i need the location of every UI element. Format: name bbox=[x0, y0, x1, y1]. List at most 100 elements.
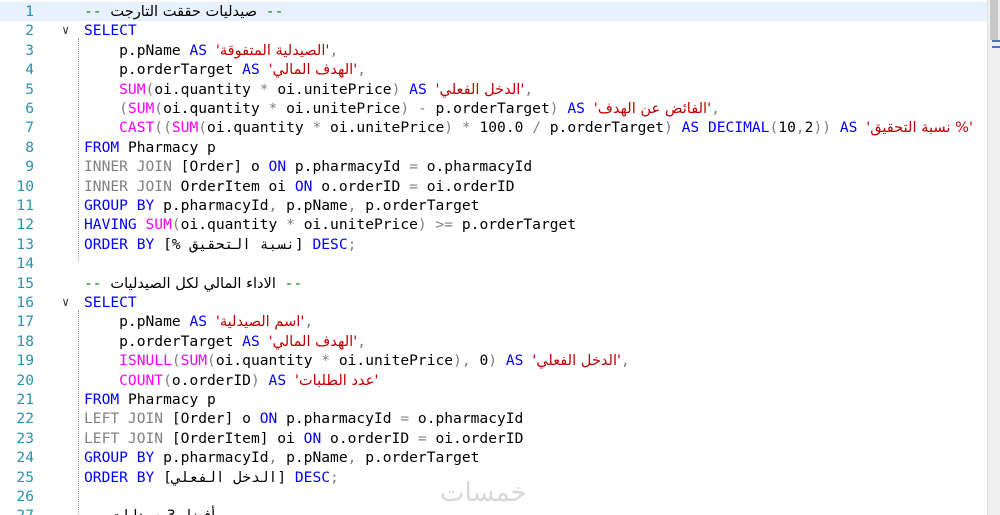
code-token: AS bbox=[567, 100, 585, 117]
code-token: , bbox=[357, 61, 367, 79]
code-text[interactable]: p.orderTarget AS 'الهدف المالي', bbox=[84, 332, 366, 351]
code-text[interactable]: p.pName AS 'اسم الصيدلية', bbox=[84, 312, 313, 331]
code-token: CAST bbox=[84, 119, 155, 137]
code-editor[interactable]: 1 -- صيدليات حققت التارجت -- 2 ∨ SELECT 3 p.p… bbox=[0, 0, 988, 515]
code-token: , bbox=[621, 352, 630, 370]
code-line[interactable]: 2 ∨ SELECT bbox=[0, 21, 988, 40]
code-line[interactable]: 6 (SUM(oi.quantity * oi.unitePrice) - p.… bbox=[0, 99, 988, 118]
code-line[interactable]: 1 -- صيدليات حققت التارجت -- bbox=[0, 2, 988, 22]
code-token: p.pName bbox=[277, 449, 348, 467]
code-text[interactable]: SELECT bbox=[84, 21, 137, 40]
code-token: oi.orderID bbox=[426, 429, 524, 447]
code-line[interactable]: 12 HAVING SUM(oi.quantity * oi.unitePrice… bbox=[0, 215, 988, 234]
code-line[interactable]: 14 bbox=[0, 254, 988, 273]
code-text[interactable]: -- الاداء المالي لكل الصيدليات -- bbox=[84, 274, 302, 293]
code-line[interactable]: 23 LEFT JOIN [OrderItem] oi ON o.orderID … bbox=[0, 429, 988, 448]
code-line[interactable]: 18 p.orderTarget AS 'الهدف المالي', bbox=[0, 332, 988, 351]
code-token: AS bbox=[409, 80, 427, 98]
code-text[interactable]: INNER JOIN [Order] o ON p.pharmacyId = o… bbox=[84, 157, 532, 176]
line-number: 11 bbox=[16, 197, 34, 214]
line-number: 9 bbox=[25, 158, 34, 176]
scrollbar-thumb[interactable] bbox=[990, 0, 998, 40]
code-text[interactable]: HAVING SUM(oi.quantity * oi.unitePrice) … bbox=[84, 215, 576, 234]
code-line[interactable]: 24 GROUP BY p.pharmacyId, p.pName, p.orde… bbox=[0, 448, 988, 467]
code-line[interactable]: 10 INNER JOIN OrderItem oi ON o.orderID =… bbox=[0, 177, 988, 196]
line-number: 2 bbox=[25, 22, 34, 40]
line-number: 3 bbox=[25, 41, 34, 59]
line-number: 14 bbox=[16, 255, 34, 273]
code-text[interactable]: (SUM(oi.quantity * oi.unitePrice) - p.or… bbox=[84, 99, 720, 118]
code-token: * bbox=[268, 100, 278, 117]
code-token: SUM bbox=[84, 80, 146, 98]
code-line[interactable]: 19 ISNULL(SUM(oi.quantity * oi.unitePric… bbox=[0, 351, 988, 370]
code-token: ON bbox=[268, 158, 287, 176]
code-line[interactable]: 11 GROUP BY p.pharmacyId, p.pName, p.orde… bbox=[0, 196, 988, 215]
code-text[interactable]: p.pName AS 'الصيدلية المتفوقة', bbox=[84, 41, 338, 60]
code-token: p.orderTarget bbox=[84, 61, 243, 79]
code-text[interactable]: LEFT JOIN [OrderItem] oi ON o.orderID = … bbox=[84, 429, 523, 448]
code-token: , bbox=[268, 449, 278, 467]
code-line[interactable]: 8 FROM Pharmacy p bbox=[0, 138, 988, 157]
code-line[interactable]: 13 ORDER BY [% نسبة التحقيق] DESC; bbox=[0, 235, 988, 254]
code-token: * bbox=[259, 80, 269, 98]
line-number: 21 bbox=[16, 391, 34, 408]
watermark-logo: خمسات bbox=[440, 478, 527, 508]
code-token: ) bbox=[400, 100, 410, 117]
code-line[interactable]: 3 p.pName AS 'الصيدلية المتفوقة', bbox=[0, 41, 988, 60]
code-text[interactable]: GROUP BY p.pharmacyId, p.pName, p.orderT… bbox=[84, 196, 479, 215]
fold-guide-1 bbox=[78, 38, 80, 260]
fold-toggle-icon[interactable]: ∨ bbox=[62, 21, 74, 40]
fold-toggle-icon[interactable]: ∨ bbox=[62, 293, 74, 312]
code-text[interactable]: ORDER BY [% نسبة التحقيق] DESC; bbox=[84, 235, 356, 254]
line-number: 22 bbox=[16, 410, 34, 428]
code-text[interactable]: ISNULL(SUM(oi.quantity * oi.unitePrice),… bbox=[84, 351, 630, 370]
code-line[interactable]: 5 SUM(oi.quantity * oi.unitePrice) AS 'ا… bbox=[0, 80, 988, 99]
code-text[interactable]: ORDER BY [الدخل الفعلي] DESC; bbox=[84, 468, 339, 487]
code-text[interactable]: LEFT JOIN [Order] o ON p.pharmacyId = o.… bbox=[84, 409, 523, 428]
code-line[interactable]: 9 INNER JOIN [Order] o ON p.pharmacyId = … bbox=[0, 157, 988, 176]
code-line[interactable]: 7 CAST((SUM(oi.quantity * oi.unitePrice)… bbox=[0, 118, 988, 137]
code-text[interactable]: INNER JOIN OrderItem oi ON o.orderID = o… bbox=[84, 177, 515, 196]
code-text[interactable]: SUM(oi.quantity * oi.unitePrice) AS 'الد… bbox=[84, 80, 533, 99]
code-text[interactable]: -- أفضل 3 صيدليات bbox=[84, 506, 215, 515]
code-line[interactable]: 21 FROM Pharmacy p bbox=[0, 390, 988, 409]
code-line[interactable]: 22 LEFT JOIN [Order] o ON p.pharmacyId = … bbox=[0, 409, 988, 428]
code-token: LEFT JOIN bbox=[84, 410, 164, 428]
code-line[interactable]: 4 p.orderTarget AS 'الهدف المالي', bbox=[0, 60, 988, 79]
code-line[interactable]: 15 -- الاداء المالي لكل الصيدليات -- bbox=[0, 274, 988, 293]
code-token: INNER JOIN bbox=[84, 177, 172, 195]
vertical-scrollbar[interactable] bbox=[987, 0, 1000, 515]
code-line[interactable]: 16 ∨ SELECT bbox=[0, 293, 988, 312]
code-text[interactable]: SELECT bbox=[84, 293, 137, 312]
code-text[interactable]: CAST((SUM(oi.quantity * oi.unitePrice) *… bbox=[84, 118, 973, 137]
code-token: ), bbox=[453, 352, 471, 370]
code-text[interactable]: FROM Pharmacy p bbox=[84, 390, 216, 409]
code-token: أفضل 3 صيدليات bbox=[110, 507, 215, 515]
code-text[interactable]: -- صيدليات حققت التارجت -- bbox=[84, 2, 283, 21]
code-token: * bbox=[461, 119, 471, 137]
code-token: SUM bbox=[145, 216, 172, 234]
code-token: ( bbox=[171, 352, 181, 370]
code-token: [Order] o bbox=[163, 410, 260, 428]
code-token: ) bbox=[444, 119, 454, 137]
code-token: [OrderItem] oi bbox=[163, 429, 304, 447]
code-token: 100.0 bbox=[470, 119, 533, 137]
code-token: ORDER BY bbox=[84, 235, 155, 253]
code-token: ON bbox=[259, 410, 278, 428]
line-number: 27 bbox=[0, 506, 34, 515]
code-line[interactable]: 17 p.pName AS 'اسم الصيدلية', bbox=[0, 312, 988, 331]
code-text[interactable]: COUNT(o.orderID) AS 'عدد الطلبات' bbox=[84, 371, 378, 390]
code-text[interactable]: GROUP BY p.pharmacyId, p.pName, p.orderT… bbox=[84, 448, 479, 467]
code-token: ( bbox=[145, 80, 155, 98]
code-text[interactable]: FROM Pharmacy p bbox=[84, 138, 216, 157]
code-token: = bbox=[409, 177, 418, 195]
code-line[interactable]: 20 COUNT(o.orderID) AS 'عدد الطلبات' bbox=[0, 371, 988, 390]
code-text[interactable]: p.orderTarget AS 'الهدف المالي', bbox=[84, 60, 366, 79]
